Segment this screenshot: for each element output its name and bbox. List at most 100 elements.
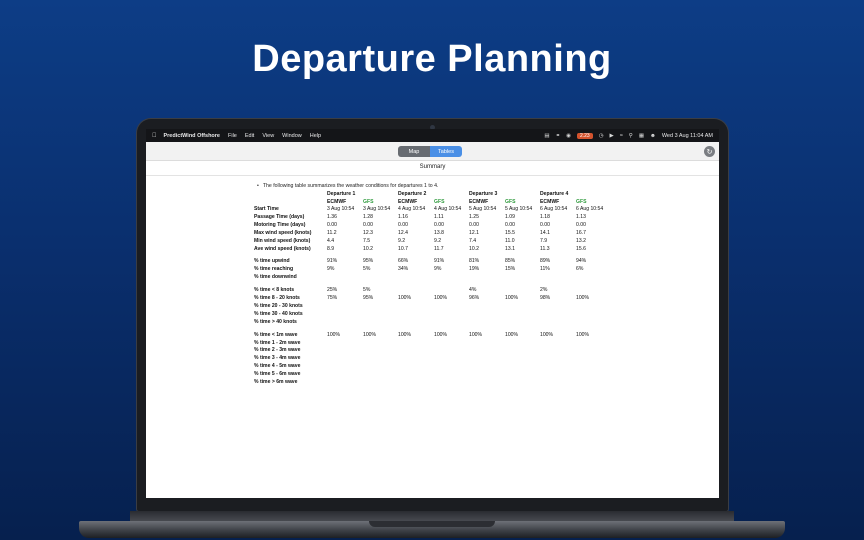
table-cell: 6 Aug 10:54 bbox=[576, 206, 604, 212]
table-cell: 100% bbox=[434, 295, 448, 301]
menu-help[interactable]: Help bbox=[310, 133, 321, 139]
row-label: % time 30 - 40 knots bbox=[254, 310, 303, 317]
table-cell: 10.7 bbox=[398, 245, 408, 252]
row-label: Motoring Time (days) bbox=[254, 221, 306, 228]
tab-tables[interactable]: Tables bbox=[430, 146, 462, 157]
table-cell: 66% bbox=[398, 258, 409, 265]
apple-icon[interactable]:  bbox=[152, 133, 157, 139]
display-icon[interactable]: ▤ bbox=[544, 133, 549, 139]
laptop-notch bbox=[369, 521, 495, 527]
menu-view[interactable]: View bbox=[262, 133, 274, 139]
row-label: % time 4 - 5m wave bbox=[254, 363, 301, 370]
row-label: % time reaching bbox=[254, 266, 294, 273]
table-cell: 7.9 bbox=[540, 237, 548, 244]
table-cell: 94% bbox=[576, 258, 587, 265]
app-screen:  PredictWind Offshore File Edit View Wi… bbox=[146, 129, 719, 498]
row-label: % time 8 - 20 knots bbox=[254, 295, 300, 301]
table-cell: 0.00 bbox=[327, 221, 337, 228]
table-cell: 4% bbox=[469, 287, 477, 294]
row-label: Passage Time (days) bbox=[254, 213, 305, 220]
table-cell: 100% bbox=[469, 331, 483, 338]
table-cell: 11.7 bbox=[434, 245, 444, 252]
table-cell: 2% bbox=[540, 287, 548, 294]
table-cell: 14.1 bbox=[540, 229, 550, 236]
table-cell: 8.9 bbox=[327, 245, 335, 252]
table-cell: 95% bbox=[363, 295, 374, 301]
table-cell: 100% bbox=[327, 331, 341, 338]
table-cell: 3 Aug 10:54 bbox=[327, 206, 355, 212]
model-header: ECMWF bbox=[540, 198, 560, 205]
table-cell: 11.0 bbox=[505, 237, 515, 244]
toolbar: Map Tables ↻ bbox=[146, 142, 719, 161]
table-cell: 7.4 bbox=[469, 237, 477, 244]
table-cell: 96% bbox=[469, 295, 480, 301]
model-header: ECMWF bbox=[398, 198, 418, 205]
table-cell: 89% bbox=[540, 258, 551, 265]
table-cell: 91% bbox=[434, 258, 445, 265]
view-segmented-control: Map Tables bbox=[398, 146, 462, 157]
departure-header: Departure 2 bbox=[398, 191, 427, 197]
table-cell: 98% bbox=[540, 295, 551, 301]
table-cell: 1.11 bbox=[434, 213, 444, 220]
timer-icon[interactable]: ◷ bbox=[599, 133, 604, 139]
status-badge[interactable]: 2.23 bbox=[576, 132, 593, 139]
table-cell: 9% bbox=[434, 266, 442, 273]
table-cell: 100% bbox=[576, 331, 590, 338]
table-cell: 9.2 bbox=[398, 237, 406, 244]
departure-header: Departure 3 bbox=[469, 191, 498, 197]
status-area: ▤ ⚭ ◉ 2.23 ◷ ▶ ≈ ⚲ ▦ ☻ Wed 3 Aug 11:04 A… bbox=[544, 132, 713, 139]
table-cell: 34% bbox=[398, 266, 409, 273]
table-cell: 5% bbox=[363, 287, 371, 294]
menu-app-name[interactable]: PredictWind Offshore bbox=[164, 133, 220, 139]
row-label: % time 2 - 3m wave bbox=[254, 347, 301, 354]
table-cell: 7.5 bbox=[363, 237, 371, 244]
table-cell: 16.7 bbox=[576, 229, 586, 236]
play-icon[interactable]: ▶ bbox=[610, 133, 614, 139]
table-cell: 95% bbox=[363, 258, 374, 265]
row-label: % time < 1m wave bbox=[254, 331, 298, 338]
table-cell: 1.16 bbox=[398, 213, 408, 220]
row-label: % time 5 - 6m wave bbox=[254, 371, 301, 378]
row-label: % time > 40 knots bbox=[254, 318, 297, 325]
table-cell: 11% bbox=[540, 266, 550, 273]
table-cell: 1.13 bbox=[576, 213, 586, 220]
row-label: % time 3 - 4m wave bbox=[254, 355, 301, 362]
control-center-icon[interactable]: ▦ bbox=[639, 133, 644, 139]
search-icon[interactable]: ⚲ bbox=[629, 133, 633, 139]
table-cell: 12.4 bbox=[398, 229, 408, 236]
table-cell: 100% bbox=[505, 331, 519, 338]
tab-map[interactable]: Map bbox=[398, 146, 430, 157]
table-cell: 19% bbox=[469, 266, 480, 273]
table-cell: 0.00 bbox=[398, 221, 408, 228]
table-cell: 6 Aug 10:54 bbox=[540, 206, 568, 212]
menu-edit[interactable]: Edit bbox=[245, 133, 254, 139]
table-cell: 1.36 bbox=[327, 213, 337, 220]
wifi-icon[interactable]: ≈ bbox=[620, 133, 623, 139]
app-status-icon[interactable]: ◉ bbox=[566, 133, 571, 139]
table-cell: 15.6 bbox=[576, 245, 586, 252]
menu-window[interactable]: Window bbox=[282, 133, 302, 139]
model-header: GFS bbox=[363, 198, 374, 205]
model-header: ECMWF bbox=[327, 198, 347, 205]
table-cell: 4 Aug 10:54 bbox=[398, 206, 426, 212]
table-cell: 1.28 bbox=[363, 213, 373, 220]
row-label: % time < 8 knots bbox=[254, 287, 295, 294]
table-cell: 3 Aug 10:54 bbox=[363, 206, 391, 212]
menubar:  PredictWind Offshore File Edit View Wi… bbox=[146, 129, 719, 142]
menu-file[interactable]: File bbox=[228, 133, 237, 139]
refresh-icon[interactable]: ↻ bbox=[704, 146, 715, 157]
table-cell: 1.18 bbox=[540, 213, 550, 220]
table-cell: 12.3 bbox=[363, 229, 373, 236]
summary-title: Summary bbox=[419, 164, 446, 170]
table-cell: 10.2 bbox=[363, 245, 373, 252]
table-cell: 75% bbox=[327, 295, 338, 301]
model-header: GFS bbox=[505, 198, 516, 205]
table-cell: 0.00 bbox=[576, 221, 586, 228]
menubar-clock[interactable]: Wed 3 Aug 11:04 AM bbox=[662, 133, 713, 139]
row-label: Min wind speed (knots) bbox=[254, 237, 311, 244]
table-cell: 9% bbox=[327, 266, 335, 273]
link-icon[interactable]: ⚭ bbox=[556, 133, 561, 139]
row-label: Ave wind speed (knots) bbox=[254, 245, 311, 252]
user-icon[interactable]: ☻ bbox=[650, 133, 656, 139]
laptop-lid:  PredictWind Offshore File Edit View Wi… bbox=[137, 119, 728, 511]
